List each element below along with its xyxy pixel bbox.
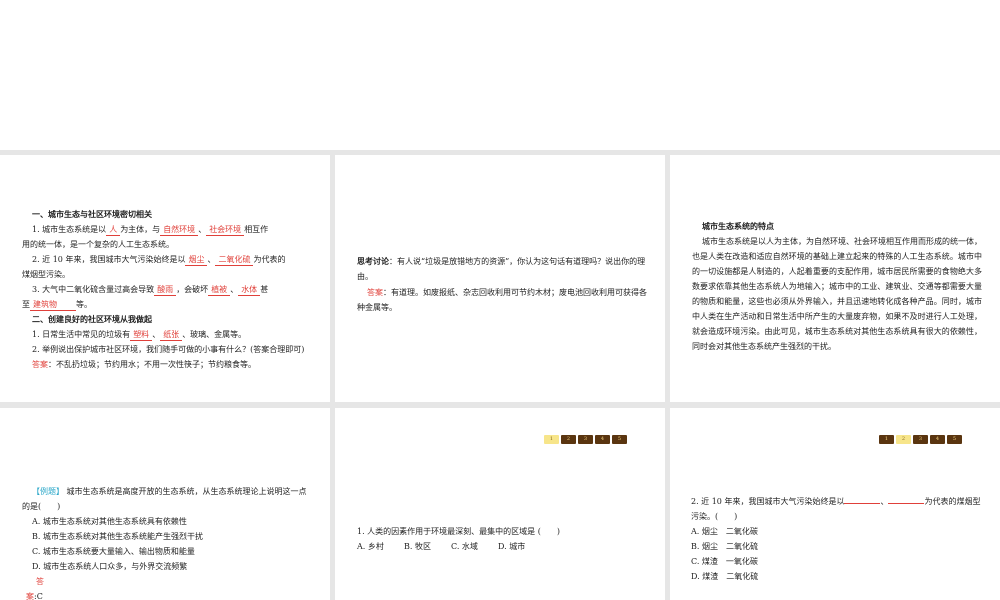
question: 1. 人类的因素作用于环境最深刻、最集中的区域是 ( ) — [357, 527, 560, 536]
answer: 案:C — [26, 592, 43, 600]
slide-3: 城市生态系统的特点 城市生态系统是以人为主体，为自然环境、社会环境相互作用而形成… — [670, 155, 1000, 402]
slide-1: 一、城市生态与社区环境密切相关 1. 城市生态系统是以人为主体，与 自然环境、社会… — [0, 155, 330, 402]
nav-button-2[interactable]: 2 — [561, 435, 576, 444]
nav-button-5[interactable]: 5 — [612, 435, 627, 444]
slide-4: 【例题】 城市生态系统是高度开放的生态系统，从生态系统理论上说明这一点的是( )… — [0, 408, 330, 600]
question-nav: 12345 — [544, 435, 627, 444]
nav-button-5[interactable]: 5 — [947, 435, 962, 444]
answer-blank[interactable] — [888, 495, 925, 504]
question-3: 3. 大气中二氧化硫含量过高会导致 酸雨 ，会破坏 植被、水体甚 — [32, 285, 269, 296]
answer: 答案：不乱扔垃圾；节约用水；不用一次性筷子；节约粮食等。 — [32, 360, 256, 369]
slide-title: 城市生态系统的特点 — [702, 222, 774, 231]
answer-label: 答 — [36, 577, 44, 586]
option-d: D. 煤渣 二氧化硫 — [691, 572, 759, 581]
discussion: 思考讨论：有人说“垃圾是放错地方的资源”，你认为这句话有道理吗？说出你的理由。 — [357, 257, 646, 281]
nav-button-2[interactable]: 2 — [896, 435, 911, 444]
question-nav: 12345 — [879, 435, 962, 444]
nav-button-1[interactable]: 1 — [544, 435, 559, 444]
nav-button-1[interactable]: 1 — [879, 435, 894, 444]
nav-button-4[interactable]: 4 — [595, 435, 610, 444]
option-b: B. 烟尘 二氧化硫 — [691, 542, 758, 551]
question-5: 2. 举例说出保护城市社区环境，我们随手可做的小事有什么？(答案合理即可) — [32, 345, 305, 354]
option-c: C. 城市生态系统要大量输入、输出物质和能量 — [32, 547, 195, 556]
option-d: D. 城市生态系统人口众多，与外界交流频繁 — [32, 562, 188, 571]
option-a: A. 城市生态系统对其他生态系统具有依赖性 — [32, 517, 187, 526]
question: 2. 近 10 年来，我国城市大气污染始终是以、为代表的煤烟型 — [691, 495, 981, 506]
options: A. 乡村 B. 牧区 C. 水域 D. 城市 — [357, 542, 526, 551]
nav-button-3[interactable]: 3 — [913, 435, 928, 444]
nav-button-3[interactable]: 3 — [578, 435, 593, 444]
question-2-cont: 煤烟型污染。 — [22, 270, 70, 279]
question-1-cont: 用的统一体，是一个复杂的人工生态系统。 — [22, 240, 174, 249]
body-text: 城市生态系统是以人为主体，为自然环境、社会环境相互作用而形成的统一体，也是人类在… — [692, 237, 982, 351]
option-a: A. 烟尘 二氧化碳 — [691, 527, 758, 536]
question-1: 1. 城市生态系统是以人为主体，与 自然环境、社会环境 相互作 — [32, 225, 269, 236]
example-question: 【例题】 城市生态系统是高度开放的生态系统，从生态系统理论上说明这一点的是( ) — [22, 487, 307, 511]
answer-blank[interactable] — [844, 495, 881, 504]
slide-2: 思考讨论：有人说“垃圾是放错地方的资源”，你认为这句话有道理吗？说出你的理由。 … — [335, 155, 665, 402]
question-3-cont: 至建筑物 等。 — [22, 300, 92, 311]
answer: 答案：有道理。如废报纸、杂志回收利用可节约木材；废电池回收利用可获得各种金属等。 — [357, 288, 647, 312]
section-heading: 二、创建良好的社区环境从我做起 — [32, 315, 152, 324]
question-4: 1. 日常生活中常见的垃圾有 塑料、纸张 、玻璃、金属等。 — [32, 330, 247, 341]
option-b: B. 城市生态系统对其他生态系统能产生强烈干扰 — [32, 532, 203, 541]
question-cont: 污染。( ) — [691, 512, 738, 521]
option-c: C. 煤渣 一氧化碳 — [691, 557, 758, 566]
blank-top-area — [0, 0, 1000, 150]
question-2: 2. 近 10 年来，我国城市大气污染始终是以 烟尘、二氧化硫 为代表的 — [32, 255, 286, 266]
nav-button-4[interactable]: 4 — [930, 435, 945, 444]
slide-5: 12345 1. 人类的因素作用于环境最深刻、最集中的区域是 ( ) A. 乡村… — [335, 408, 665, 600]
slide-6: 12345 2. 近 10 年来，我国城市大气污染始终是以、为代表的煤烟型 污染… — [670, 408, 1000, 600]
section-heading: 一、城市生态与社区环境密切相关 — [32, 210, 152, 219]
